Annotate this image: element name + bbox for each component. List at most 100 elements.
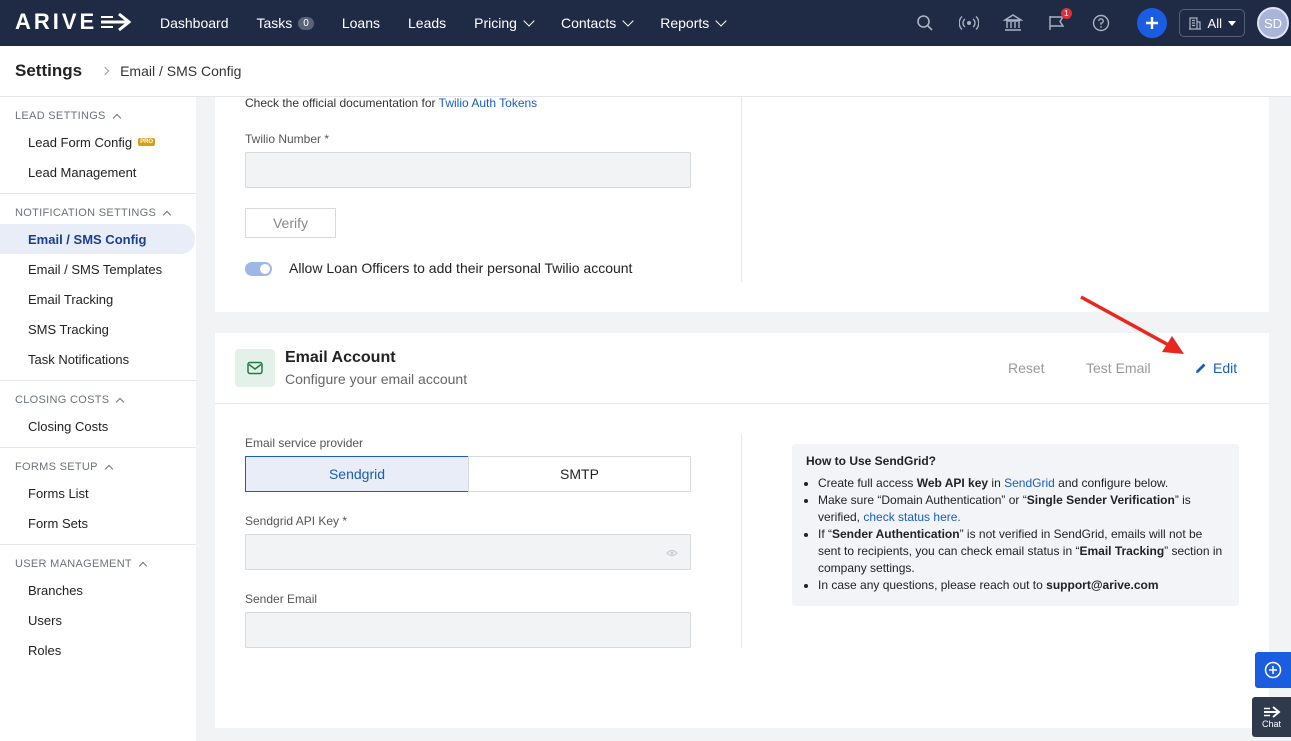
sidebar-item-lead-management[interactable]: Lead Management [0, 157, 196, 187]
sidebar-item-roles[interactable]: Roles [0, 635, 196, 665]
create-new-button[interactable] [1136, 8, 1167, 38]
sidebar-item-label: Forms List [28, 485, 89, 501]
sidebar-item-lead-form-config[interactable]: Lead Form Config PRO [0, 127, 196, 157]
chevron-up-icon [138, 561, 148, 570]
twilio-auth-tokens-link[interactable]: Twilio Auth Tokens [439, 96, 538, 110]
logo-arrow-icon [101, 12, 132, 32]
sidebar-section-lead-settings: LEAD SETTINGS Lead Form Config PRO Lead M… [0, 97, 196, 194]
section-toggle-forms-setup[interactable]: FORMS SETUP [0, 456, 196, 478]
help-item: In case any questions, please reach out … [818, 577, 1225, 594]
caret-down-icon [1228, 20, 1236, 26]
help-icon[interactable] [1090, 12, 1112, 34]
help-bold: Web API key [916, 476, 989, 490]
nav-dashboard-label: Dashboard [160, 15, 229, 31]
company-filter-dropdown[interactable]: All [1178, 9, 1245, 37]
sendgrid-api-key-field[interactable] [245, 534, 691, 570]
toggle-knob [260, 264, 270, 274]
main-menu: Dashboard Tasks 0 Loans Leads Pricing Con… [146, 0, 739, 46]
sendgrid-help-box: How to Use SendGrid? Create full access … [792, 444, 1239, 606]
allow-lo-twilio-toggle[interactable] [245, 262, 272, 276]
user-avatar[interactable]: SD [1257, 7, 1289, 39]
sidebar-item-email-sms-config[interactable]: Email / SMS Config [0, 224, 195, 254]
chevron-down-icon [715, 15, 727, 27]
top-navigation: ARIVE Dashboard Tasks 0 Loans Leads Prici… [0, 0, 1291, 46]
nav-contacts[interactable]: Contacts [547, 0, 646, 46]
nav-tasks[interactable]: Tasks 0 [243, 0, 328, 46]
nav-loans[interactable]: Loans [328, 0, 394, 46]
help-bold: Single Sender Verification [1026, 493, 1175, 507]
sidebar-item-label: Users [28, 612, 62, 628]
chat-label: Chat [1261, 719, 1281, 729]
edit-button[interactable]: Edit [1195, 360, 1237, 376]
nav-reports-label: Reports [660, 15, 710, 31]
nav-leads[interactable]: Leads [394, 0, 460, 46]
notification-count-badge: 1 [1061, 8, 1072, 19]
email-account-subtitle: Configure your email account [285, 371, 468, 387]
twilio-doc-text: Check the official documentation for [245, 96, 439, 110]
provider-smtp-option[interactable]: SMTP [468, 456, 691, 492]
help-title: How to Use SendGrid? [806, 454, 937, 468]
announcement-icon[interactable]: 1 [1046, 8, 1072, 34]
nav-loans-label: Loans [341, 15, 381, 31]
nav-pricing[interactable]: Pricing [460, 0, 547, 46]
search-icon[interactable] [914, 12, 936, 34]
page-header: Settings Email / SMS Config [0, 46, 1291, 97]
sidebar-item-branches[interactable]: Branches [0, 575, 196, 605]
help-text: Create full access [818, 476, 917, 490]
nav-reports[interactable]: Reports [646, 0, 739, 46]
broadcast-icon[interactable] [958, 12, 980, 34]
edit-label: Edit [1213, 360, 1238, 376]
chevron-down-icon [523, 15, 535, 27]
chat-button[interactable]: Chat [1252, 697, 1291, 737]
sidebar-item-closing-costs[interactable]: Closing Costs [0, 411, 196, 441]
section-toggle-lead-settings[interactable]: LEAD SETTINGS [0, 105, 196, 127]
sidebar-item-label: Email Tracking [28, 291, 114, 307]
sidebar-item-sms-tracking[interactable]: SMS Tracking [0, 314, 196, 344]
section-title: NOTIFICATION SETTINGS [15, 207, 157, 219]
sidebar-item-label: Email / SMS Templates [28, 261, 163, 277]
sendgrid-link[interactable]: SendGrid [1004, 476, 1055, 490]
sidebar-item-label: Roles [28, 642, 62, 658]
help-item: If “Sender Authentication” is not verifi… [818, 526, 1225, 577]
pro-badge: PRO [138, 138, 156, 146]
sidebar-section-closing-costs: CLOSING COSTS Closing Costs [0, 381, 196, 448]
twilio-number-field[interactable] [245, 152, 691, 188]
sidebar-item-label: Task Notifications [28, 351, 130, 367]
bank-icon[interactable] [1002, 12, 1024, 34]
help-bold: Email Tracking [1079, 544, 1165, 558]
reset-button[interactable]: Reset [1008, 360, 1045, 376]
section-toggle-notification-settings[interactable]: NOTIFICATION SETTINGS [0, 202, 196, 224]
sidebar-item-label: Email / SMS Config [28, 231, 147, 247]
eye-icon[interactable] [666, 549, 678, 557]
sidebar-item-email-sms-templates[interactable]: Email / SMS Templates [0, 254, 196, 284]
sidebar-item-forms-list[interactable]: Forms List [0, 478, 196, 508]
page-title: Settings [15, 61, 83, 80]
sidebar-section-user-management: USER MANAGEMENT Branches Users Roles [0, 545, 196, 671]
sidebar-item-label: Closing Costs [28, 418, 109, 434]
sidebar-item-email-tracking[interactable]: Email Tracking [0, 284, 196, 314]
chevron-up-icon [116, 397, 125, 406]
sidebar-item-users[interactable]: Users [0, 605, 196, 635]
twilio-config-card: Check the official documentation for Twi… [215, 96, 1269, 312]
chevron-up-icon [104, 464, 113, 473]
section-toggle-closing-costs[interactable]: CLOSING COSTS [0, 389, 196, 411]
verify-button[interactable]: Verify [245, 208, 336, 238]
chat-arrow-icon [1263, 706, 1281, 718]
help-text: Make sure “Domain Authentication” or “ [818, 493, 1027, 507]
column-divider [741, 97, 742, 282]
arive-logo[interactable]: ARIVE [15, 9, 133, 35]
plus-icon [1145, 17, 1158, 29]
sidebar-item-label: Lead Management [28, 164, 137, 180]
sidebar-item-task-notifications[interactable]: Task Notifications [0, 344, 196, 374]
sidebar-section-forms-setup: FORMS SETUP Forms List Form Sets [0, 448, 196, 545]
check-status-link[interactable]: check status here. [863, 510, 960, 524]
allow-lo-twilio-label: Allow Loan Officers to add their persona… [289, 260, 633, 276]
test-email-button[interactable]: Test Email [1086, 360, 1151, 376]
nav-dashboard[interactable]: Dashboard [146, 0, 243, 46]
sender-email-field[interactable] [245, 612, 691, 648]
provider-sendgrid-option[interactable]: Sendgrid [245, 456, 469, 492]
sidebar-item-form-sets[interactable]: Form Sets [0, 508, 196, 538]
sidebar-item-label: Branches [28, 582, 83, 598]
section-toggle-user-management[interactable]: USER MANAGEMENT [0, 553, 196, 575]
quick-add-button[interactable] [1255, 652, 1291, 688]
